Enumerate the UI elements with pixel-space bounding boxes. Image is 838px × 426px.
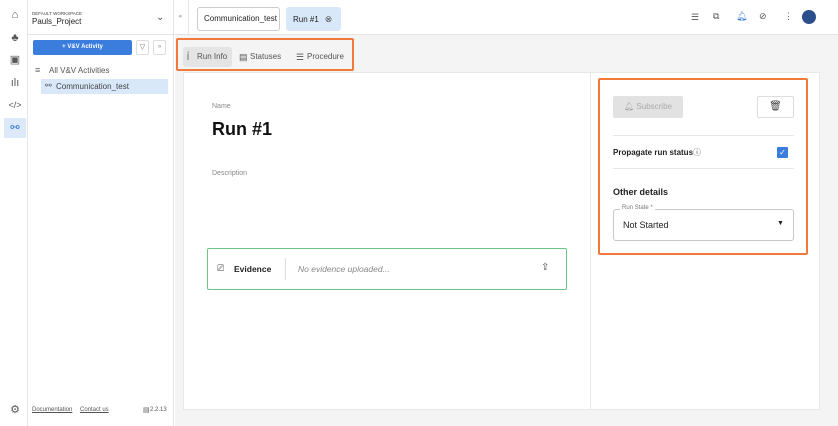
name-label: Name [212, 103, 231, 110]
checklist-icon[interactable]: ☰ [691, 12, 699, 23]
description-label[interactable]: Description [212, 170, 247, 177]
version-icon: ▤ [143, 407, 150, 414]
evidence-label: Evidence [234, 264, 272, 274]
avatar[interactable] [802, 10, 816, 24]
workspace-label: DEFAULT WORKSPACE [32, 11, 83, 16]
details-panel: 🔔︎ Subscribe 🗑︎ Propagate run status ⓘ ✓… [598, 78, 808, 255]
collapse-button[interactable]: » [153, 40, 166, 55]
evidence-icon: ⎚ [217, 263, 225, 273]
tree-item-communication-test[interactable]: ⚯ Communication_test [41, 79, 168, 94]
tab-label: Communication_test [204, 14, 277, 23]
contact-link[interactable]: Contact us [80, 407, 109, 413]
filter-icon[interactable]: ▽ [136, 40, 149, 55]
tab-communication-test[interactable]: Communication_test [197, 7, 280, 31]
link-icon[interactable]: ⚯ [4, 118, 26, 138]
list-icon: ≡ [35, 65, 41, 75]
run-state-select[interactable]: Run State * Not Started ▼ [613, 205, 794, 241]
upload-icon[interactable]: ⇪ [541, 262, 549, 273]
clipboard-icon[interactable]: ▣ [4, 50, 26, 70]
tab-label: Statuses [250, 52, 282, 61]
bell-icon: 🔔︎ [624, 102, 635, 111]
run-state-label: Run State * [620, 205, 655, 211]
evidence-box: ⎚ Evidence No evidence uploaded... ⇪ [207, 248, 567, 290]
evidence-placeholder: No evidence uploaded... [298, 264, 390, 274]
version: 2.2.13 [150, 407, 167, 413]
tab-procedure[interactable]: ☰ Procedure [293, 47, 349, 67]
tree-item-label: Communication_test [56, 82, 129, 91]
code-icon[interactable]: </> [4, 95, 26, 115]
propagate-label: Propagate run status [613, 148, 694, 157]
collapse-left-icon[interactable]: ◂ [178, 12, 182, 20]
subtab-bar: ĺ Run Info ▤ Statuses ☰ Procedure [176, 38, 354, 71]
trash-icon[interactable]: 🗑︎ [757, 96, 794, 118]
analytics-icon[interactable]: ılı [4, 73, 26, 93]
tab-label: Procedure [307, 52, 344, 61]
subscribe-button[interactable]: 🔔︎ Subscribe [613, 96, 683, 118]
run-state-value: Not Started [623, 220, 669, 230]
list-icon: ☰ [296, 52, 305, 62]
icon-rail: ⌂ ♣ ▣ ılı </> ⚯ ⚙ [0, 0, 28, 426]
home-icon[interactable]: ⌂ [4, 5, 26, 25]
other-details-heading: Other details [613, 187, 669, 197]
subscribe-label: Subscribe [636, 102, 672, 111]
documentation-link[interactable]: Documentation [32, 407, 72, 413]
tab-run-info[interactable]: ĺ Run Info [183, 47, 233, 67]
info-icon: ĺ [187, 52, 189, 62]
sidebar: DEFAULT WORKSPACE Pauls_Project ⌄ + V&V … [28, 0, 174, 426]
close-icon[interactable]: ⊗ [325, 14, 333, 24]
more-icon[interactable]: ⋮ [784, 11, 793, 22]
project-name: Pauls_Project [32, 17, 82, 26]
chevron-down-icon[interactable]: ⌄ [156, 12, 164, 23]
tab-statuses[interactable]: ▤ Statuses [236, 47, 286, 67]
tab-run-1[interactable]: Run #1 ⊗ [286, 7, 341, 31]
chat-icon[interactable]: ⧉ [713, 11, 719, 22]
settings-icon[interactable]: ⚙ [4, 400, 26, 420]
divider [28, 34, 174, 35]
hierarchy-icon[interactable]: ♣ [4, 28, 26, 48]
link-icon: ⚯ [45, 81, 52, 90]
document-icon: ▤ [239, 52, 248, 62]
propagate-checkbox[interactable]: ✓ [777, 147, 788, 158]
top-bar: ◂ Communication_test Run #1 ⊗ ☰ ⧉ 🔔︎ ⊘ ⋮ [174, 0, 838, 35]
check-circle-icon[interactable]: ⊘ [759, 11, 767, 22]
bell-icon[interactable]: 🔔︎ [736, 11, 747, 22]
all-activities-item[interactable]: All V&V Activities [49, 66, 109, 75]
add-activity-button[interactable]: + V&V Activity [33, 40, 132, 55]
tab-label: Run #1 [293, 15, 319, 24]
tab-label: Run Info [197, 52, 228, 61]
run-name[interactable]: Run #1 [212, 119, 272, 140]
dropdown-arrow-icon: ▼ [777, 220, 784, 227]
info-icon[interactable]: ⓘ [693, 147, 701, 158]
